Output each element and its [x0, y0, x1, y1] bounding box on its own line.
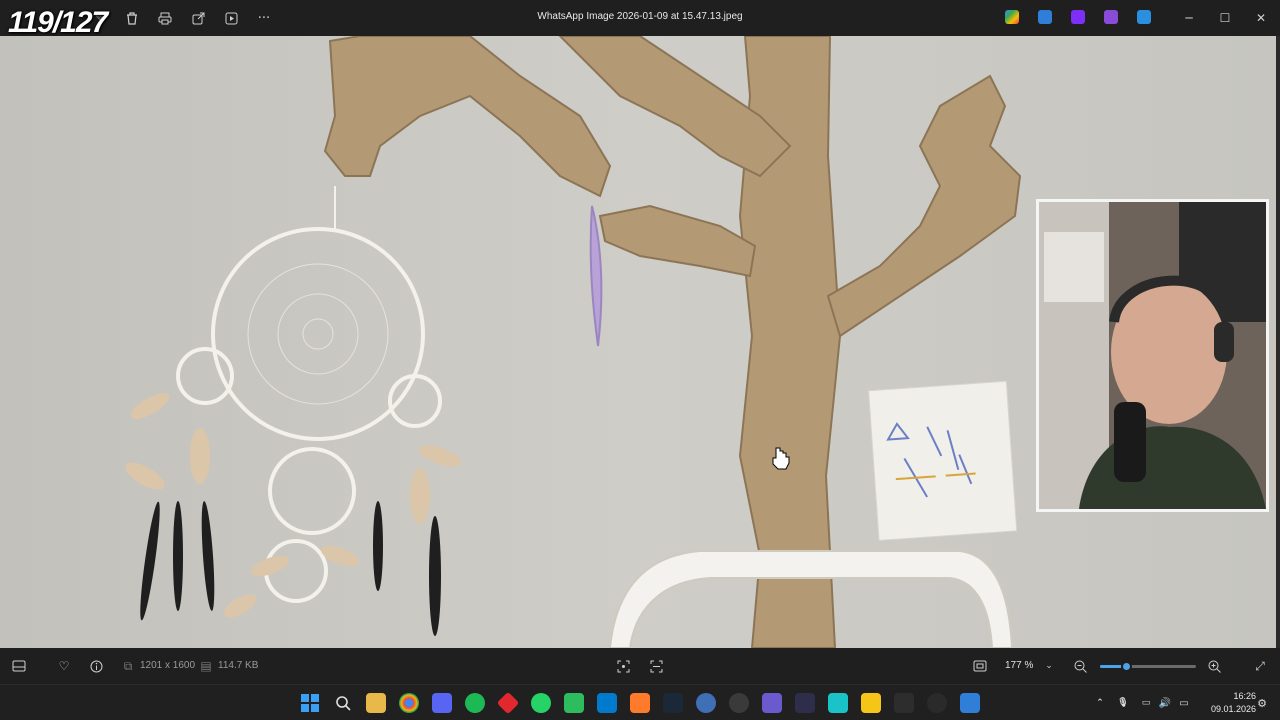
child-drawing — [868, 380, 1018, 541]
info-icon[interactable] — [88, 658, 104, 674]
visual-search-icon[interactable] — [648, 658, 664, 674]
zoom-slider[interactable] — [1100, 661, 1196, 672]
crop-icon[interactable] — [615, 658, 631, 674]
file-explorer-icon[interactable] — [366, 693, 386, 713]
windows-taskbar: ⌃ 🎙 ▭ 🔊 ▭ 16:26 09.01.2026 ⚙ — [0, 684, 1280, 720]
maximize-button[interactable]: ☐ — [1214, 8, 1236, 28]
volume-icon[interactable]: 🔊 — [1155, 693, 1175, 713]
title-bar: 119/127 ✎ ··· WhatsApp Image 2026-01-09 … — [0, 0, 1280, 39]
photos-icon[interactable] — [960, 693, 980, 713]
close-button[interactable]: ✕ — [1250, 8, 1272, 28]
effects-icon[interactable] — [1071, 10, 1085, 24]
window-title: WhatsApp Image 2026-01-09 at 15.47.13.jp… — [537, 11, 743, 22]
battery-icon[interactable]: ▭ — [1174, 693, 1194, 713]
microphone — [1114, 402, 1146, 482]
image-dimensions: 1201 x 1600 — [140, 660, 196, 671]
stream-counter-overlay: 119/127 — [8, 6, 108, 39]
edit-app-icon[interactable] — [1038, 10, 1052, 24]
file-size-icon: ▤ — [200, 659, 212, 673]
webcam-overlay — [1036, 199, 1269, 512]
app-purple-icon[interactable] — [762, 693, 782, 713]
obs-icon[interactable] — [729, 693, 749, 713]
fullscreen-icon[interactable]: ⤢ — [1252, 658, 1268, 674]
filmstrip-icon[interactable] — [11, 658, 27, 674]
vertical-scrollbar[interactable] — [1276, 36, 1280, 648]
app-orange-icon[interactable] — [630, 693, 650, 713]
clipchamp-icon[interactable] — [1104, 10, 1118, 24]
clock[interactable]: 16:26 09.01.2026 — [1211, 690, 1256, 716]
spotify-icon[interactable] — [465, 693, 485, 713]
zoom-in-icon[interactable] — [1206, 658, 1222, 674]
image-viewport[interactable] — [0, 36, 1276, 648]
app-dark-icon[interactable] — [894, 693, 914, 713]
discord-icon[interactable] — [432, 693, 452, 713]
chevron-down-icon[interactable]: ⌄ — [1041, 658, 1057, 674]
zoom-level[interactable]: 177 % — [1005, 660, 1033, 671]
chevron-up-icon[interactable]: ⌃ — [1090, 693, 1110, 713]
spreadsheet-app-icon[interactable] — [564, 693, 584, 713]
audio-app-icon[interactable] — [795, 693, 815, 713]
steam-icon[interactable] — [663, 693, 683, 713]
copilot-icon[interactable] — [1005, 10, 1019, 24]
onedrive-icon[interactable] — [1137, 10, 1151, 24]
start-icon[interactable] — [300, 693, 320, 713]
clock-date: 09.01.2026 — [1210, 704, 1256, 714]
fit-to-window-icon[interactable] — [972, 658, 988, 674]
sticky-notes-icon[interactable] — [861, 693, 881, 713]
app-blue-icon[interactable] — [696, 693, 716, 713]
search-icon[interactable] — [333, 693, 353, 713]
zoom-slider-thumb[interactable] — [1120, 661, 1132, 672]
vscode-icon[interactable] — [597, 693, 617, 713]
microphone-icon[interactable]: 🎙 — [1113, 693, 1133, 713]
clock-time: 16:26 — [1233, 691, 1256, 701]
chrome-icon[interactable] — [399, 693, 419, 713]
display-icon[interactable]: ▭ — [1136, 693, 1156, 713]
favorite-icon[interactable]: ♡ — [56, 658, 72, 674]
whatsapp-icon[interactable] — [531, 693, 551, 713]
chatgpt-icon[interactable] — [927, 693, 947, 713]
status-bar: ♡ ⧉ 1201 x 1600 ▤ 114.7 KB 177 % ⌄ ⤢ — [0, 648, 1280, 684]
app-teal-icon[interactable] — [828, 693, 848, 713]
dimensions-icon: ⧉ — [123, 658, 133, 673]
minimize-button[interactable]: ─ — [1178, 8, 1200, 28]
anydesk-icon[interactable] — [496, 691, 520, 715]
zoom-out-icon[interactable] — [1072, 658, 1088, 674]
settings-gear-icon[interactable]: ⚙ — [1252, 693, 1272, 713]
file-size: 114.7 KB — [218, 660, 259, 671]
